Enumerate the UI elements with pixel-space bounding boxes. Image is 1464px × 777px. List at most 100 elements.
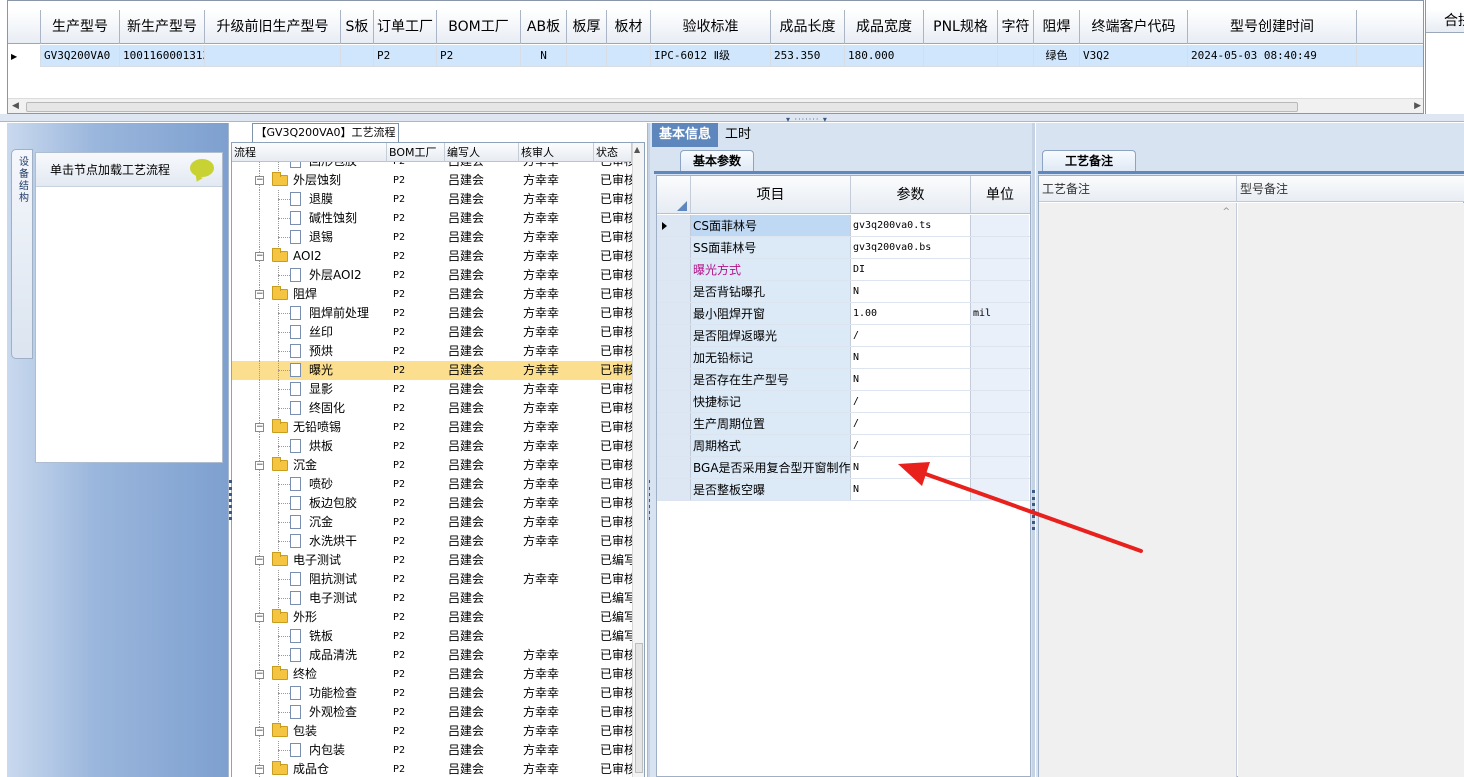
flow-group-row[interactable]: − 外形 P2 吕建会 已编写: [232, 608, 632, 627]
scroll-up-icon[interactable]: ^: [1222, 207, 1230, 217]
grid-cell[interactable]: 253.350: [771, 45, 845, 67]
process-flow-vscrollbar[interactable]: ▲: [632, 143, 644, 777]
grid-cell[interactable]: P2: [437, 45, 521, 67]
grid-cell[interactable]: 10011600013130: [120, 45, 205, 67]
row-indicator[interactable]: [657, 369, 691, 390]
flow-step-row[interactable]: 外层AOI2 P2 吕建会 方幸幸 已审核: [232, 266, 632, 285]
flow-step-row[interactable]: 退膜 P2 吕建会 方幸幸 已审核: [232, 190, 632, 209]
flow-node[interactable]: − 包装: [232, 722, 387, 741]
col-header[interactable]: 成品长度: [771, 10, 845, 44]
flow-step-row[interactable]: 烘板 P2 吕建会 方幸幸 已审核: [232, 437, 632, 456]
col-header[interactable]: BOM工厂: [437, 10, 521, 44]
flow-group-row[interactable]: − 沉金 P2 吕建会 方幸幸 已审核: [232, 456, 632, 475]
flow-step-row[interactable]: 外观检查 P2 吕建会 方幸幸 已审核: [232, 703, 632, 722]
flow-group-row[interactable]: − 阻焊 P2 吕建会 方幸幸 已审核: [232, 285, 632, 304]
flow-node[interactable]: 阻抗测试: [232, 570, 387, 589]
flow-group-row[interactable]: − 终检 P2 吕建会 方幸幸 已审核: [232, 665, 632, 684]
flow-step-row[interactable]: 板边包胶 P2 吕建会 方幸幸 已审核: [232, 494, 632, 513]
col-header[interactable]: AB板: [521, 10, 567, 44]
grid-cell[interactable]: GV3Q200VA0: [41, 45, 120, 67]
col-header[interactable]: S板: [341, 10, 374, 44]
param-row[interactable]: 是否存在生产型号 N: [657, 369, 1030, 391]
grid-cell[interactable]: IPC-6012 Ⅱ级: [651, 45, 771, 67]
flow-col-header[interactable]: 状态: [594, 143, 632, 162]
param-row[interactable]: 是否整板空曝 N: [657, 479, 1030, 501]
flow-step-row[interactable]: 功能检查 P2 吕建会 方幸幸 已审核: [232, 684, 632, 703]
tab-process-remark[interactable]: 工艺备注: [1042, 150, 1136, 171]
row-indicator[interactable]: [657, 479, 691, 500]
flow-step-row[interactable]: 内包装 P2 吕建会 方幸幸 已审核: [232, 741, 632, 760]
param-value[interactable]: 1.00: [851, 303, 971, 324]
col-param[interactable]: 参数: [851, 176, 971, 214]
flow-group-row[interactable]: − 电子测试 P2 吕建会 已编写: [232, 551, 632, 570]
flow-col-header[interactable]: 编写人: [445, 143, 519, 162]
tab-basic-info[interactable]: 基本信息: [652, 123, 719, 147]
flow-col-header[interactable]: 流程: [232, 143, 387, 162]
flow-node[interactable]: 沉金: [232, 513, 387, 532]
flow-node[interactable]: 终固化: [232, 399, 387, 418]
flow-step-row[interactable]: 终固化 P2 吕建会 方幸幸 已审核: [232, 399, 632, 418]
flow-node[interactable]: 外观检查: [232, 703, 387, 722]
row-indicator[interactable]: [657, 281, 691, 302]
col-header[interactable]: 生产型号: [41, 10, 120, 44]
flow-step-row[interactable]: 电子测试 P2 吕建会 已编写: [232, 589, 632, 608]
col-header[interactable]: 阻焊: [1034, 10, 1080, 44]
flow-node[interactable]: 外层AOI2: [232, 266, 387, 285]
current-row-icon[interactable]: [657, 215, 691, 236]
param-row[interactable]: 是否背钻曝孔 N: [657, 281, 1030, 303]
flow-node[interactable]: 退膜: [232, 190, 387, 209]
scroll-left-icon[interactable]: ◀: [12, 101, 19, 111]
right-splitter[interactable]: [1032, 123, 1035, 777]
param-row[interactable]: SS面菲林号 gv3q200va0.bs: [657, 237, 1030, 259]
collapse-icon[interactable]: −: [255, 556, 264, 565]
model-remark-text[interactable]: [1238, 203, 1464, 777]
collapse-icon[interactable]: −: [255, 423, 264, 432]
row-indicator[interactable]: [657, 457, 691, 478]
scroll-up-icon[interactable]: ▲: [634, 145, 640, 154]
flow-node[interactable]: 内包装: [232, 741, 387, 760]
collapse-icon[interactable]: −: [255, 461, 264, 470]
col-item[interactable]: 项目: [691, 176, 851, 214]
flow-step-row[interactable]: 成品清洗 P2 吕建会 方幸幸 已审核: [232, 646, 632, 665]
collapse-icon[interactable]: −: [255, 727, 264, 736]
param-row[interactable]: 快捷标记 /: [657, 391, 1030, 413]
flow-step-row[interactable]: 丝印 P2 吕建会 方幸幸 已审核: [232, 323, 632, 342]
param-row[interactable]: 最小阻焊开窗 1.00 mil: [657, 303, 1030, 325]
flow-node[interactable]: 喷砂: [232, 475, 387, 494]
flow-node[interactable]: 板边包胶: [232, 494, 387, 513]
splitter-dots-icon[interactable]: [229, 480, 232, 520]
param-value[interactable]: N: [851, 457, 971, 478]
collapse-icon[interactable]: −: [255, 252, 264, 261]
flow-group-row[interactable]: − 外层蚀刻 P2 吕建会 方幸幸 已审核: [232, 171, 632, 190]
flow-node[interactable]: 碱性蚀刻: [232, 209, 387, 228]
hint-header[interactable]: 单击节点加载工艺流程: [36, 153, 222, 187]
flow-node[interactable]: − 阻焊: [232, 285, 387, 304]
tab-work-hours[interactable]: 工时: [718, 123, 758, 147]
flow-node[interactable]: 曝光: [232, 361, 387, 380]
row-indicator[interactable]: [657, 413, 691, 434]
flow-node[interactable]: 回形包胶: [232, 162, 387, 171]
flow-node[interactable]: 铣板: [232, 627, 387, 646]
collapse-icon[interactable]: −: [255, 176, 264, 185]
grid-cell[interactable]: [341, 45, 374, 67]
flow-node[interactable]: 退锡: [232, 228, 387, 247]
flow-step-row[interactable]: 沉金 P2 吕建会 方幸幸 已审核: [232, 513, 632, 532]
param-row[interactable]: 曝光方式 DI: [657, 259, 1030, 281]
grid-corner-icon[interactable]: [657, 176, 691, 214]
flow-node[interactable]: 阻焊前处理: [232, 304, 387, 323]
param-row[interactable]: CS面菲林号 gv3q200va0.ts: [657, 215, 1030, 237]
param-value[interactable]: /: [851, 325, 971, 346]
hscroll-thumb[interactable]: [26, 102, 1298, 112]
flow-step-row[interactable]: 回形包胶 P2吕建会方幸幸已审核: [232, 162, 632, 171]
flow-node[interactable]: − 无铅喷锡: [232, 418, 387, 437]
flow-node[interactable]: − 外层蚀刻: [232, 171, 387, 190]
flow-node[interactable]: − 外形: [232, 608, 387, 627]
row-indicator[interactable]: [657, 347, 691, 368]
flow-node[interactable]: 电子测试: [232, 589, 387, 608]
param-row[interactable]: BGA是否采用复合型开窗制作 N: [657, 457, 1030, 479]
flow-step-row[interactable]: 退锡 P2 吕建会 方幸幸 已审核: [232, 228, 632, 247]
vscroll-thumb[interactable]: [635, 643, 643, 773]
flow-step-row[interactable]: 曝光 P2 吕建会 方幸幸 已审核: [232, 361, 632, 380]
grid-cell[interactable]: 180.000: [845, 45, 924, 67]
param-row[interactable]: 是否阻焊返曝光 /: [657, 325, 1030, 347]
